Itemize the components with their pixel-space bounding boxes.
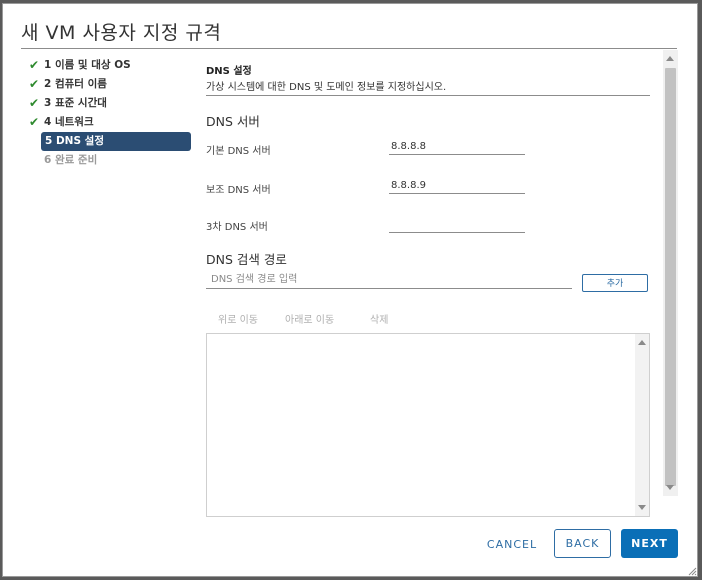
add-button[interactable]: 추가	[582, 274, 648, 292]
step-label: 2 컴퓨터 이름	[44, 78, 107, 90]
secondary-dns-input[interactable]	[389, 177, 525, 194]
content-scrollbar[interactable]	[663, 50, 678, 496]
step-label: 5 DNS 설정	[45, 135, 105, 147]
cancel-button[interactable]: CANCEL	[481, 531, 543, 559]
move-down-button[interactable]: 아래로 이동	[285, 311, 334, 326]
step-label: 4 네트워크	[44, 116, 94, 128]
step-label: 3 표준 시간대	[44, 97, 107, 109]
scroll-down-icon[interactable]	[638, 505, 646, 510]
next-button[interactable]: NEXT	[621, 529, 678, 558]
step-ready-to-complete: 6 완료 준비	[25, 151, 195, 170]
check-icon: ✔	[29, 77, 40, 91]
section-divider	[206, 95, 650, 96]
resize-grip-icon[interactable]	[687, 566, 697, 576]
back-button[interactable]: BACK	[554, 529, 611, 558]
title-divider	[21, 48, 677, 49]
step-computer-name[interactable]: ✔ 2 컴퓨터 이름	[25, 75, 195, 94]
primary-dns-input[interactable]	[389, 138, 525, 155]
section-description: 가상 시스템에 대한 DNS 및 도메인 정보를 지정하십시오.	[206, 82, 447, 93]
step-dns-settings[interactable]: 5 DNS 설정	[41, 132, 191, 151]
step-network[interactable]: ✔ 4 네트워크	[25, 113, 195, 132]
tertiary-dns-input[interactable]	[389, 216, 525, 233]
list-scrollbar[interactable]	[635, 334, 649, 516]
move-up-button[interactable]: 위로 이동	[218, 311, 258, 326]
scrollbar-thumb[interactable]	[665, 68, 676, 486]
search-path-toolbar: 위로 이동 아래로 이동 삭제	[206, 311, 650, 329]
new-vm-customization-spec-dialog: 새 VM 사용자 지정 규격 ✔ 1 이름 및 대상 OS ✔ 2 컴퓨터 이름…	[2, 3, 698, 577]
dns-servers-heading: DNS 서버	[206, 114, 260, 129]
dns-search-path-heading: DNS 검색 경로	[206, 252, 287, 267]
step-name-and-target-os[interactable]: ✔ 1 이름 및 대상 OS	[25, 56, 195, 75]
check-icon: ✔	[29, 96, 40, 110]
scroll-up-icon[interactable]	[666, 56, 674, 61]
secondary-dns-label: 보조 DNS 서버	[206, 185, 271, 196]
scroll-up-icon[interactable]	[638, 340, 646, 345]
delete-button[interactable]: 삭제	[370, 311, 388, 326]
wizard-steps: ✔ 1 이름 및 대상 OS ✔ 2 컴퓨터 이름 ✔ 3 표준 시간대 ✔ 4…	[25, 56, 195, 170]
check-icon: ✔	[29, 115, 40, 129]
primary-dns-label: 기본 DNS 서버	[206, 146, 271, 157]
section-heading: DNS 설정	[206, 66, 252, 77]
step-label: 1 이름 및 대상 OS	[44, 59, 131, 71]
dialog-title: 새 VM 사용자 지정 규격	[21, 22, 222, 44]
step-time-zone[interactable]: ✔ 3 표준 시간대	[25, 94, 195, 113]
tertiary-dns-label: 3차 DNS 서버	[206, 222, 268, 233]
scroll-down-icon[interactable]	[666, 485, 674, 490]
dns-search-path-input[interactable]	[206, 270, 572, 289]
step-label: 6 완료 준비	[44, 154, 98, 166]
check-icon: ✔	[29, 58, 40, 72]
search-path-list[interactable]	[206, 333, 650, 517]
